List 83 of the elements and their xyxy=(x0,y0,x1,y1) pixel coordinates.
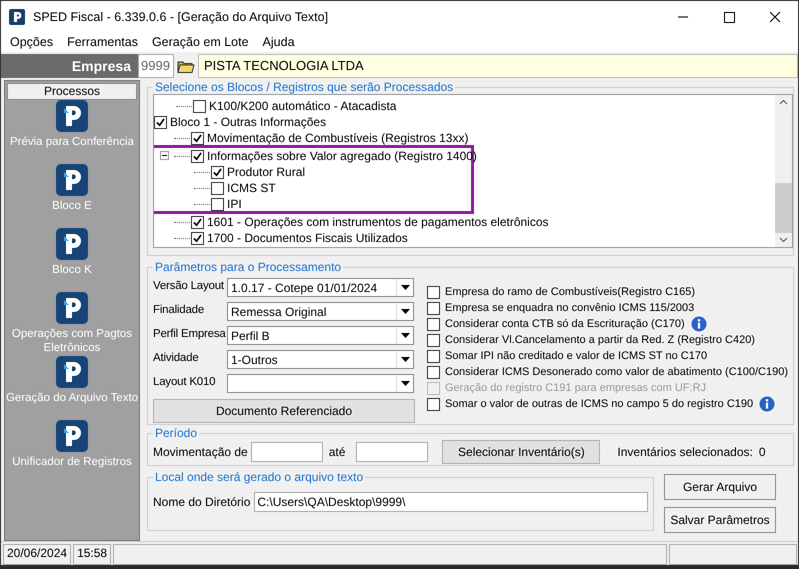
tree-item[interactable]: IPI xyxy=(227,197,242,211)
checkbox[interactable] xyxy=(427,398,440,410)
option-label[interactable]: Considerar Vl.Cancelamento a partir da Red. Z (Registro C420) xyxy=(445,334,755,346)
option-label[interactable]: Considerar conta CTB só da Escrituração (C170) xyxy=(445,318,685,330)
checkbox[interactable] xyxy=(427,366,440,378)
tree-item[interactable]: 1601 - Operações com instrumentos de pagamentos eletrônicos xyxy=(207,215,549,229)
checkbox[interactable] xyxy=(154,116,167,128)
checkbox[interactable] xyxy=(427,334,440,346)
app-logo-icon[interactable] xyxy=(56,100,88,132)
app-logo-icon[interactable] xyxy=(56,164,88,196)
menu-item[interactable]: Opções xyxy=(3,35,60,49)
app-logo-icon[interactable] xyxy=(56,292,88,324)
company-code-field[interactable]: 9999 xyxy=(138,54,174,78)
field-label: Perfil Empresa xyxy=(153,327,227,340)
directory-field[interactable]: C:\Users\QA\Desktop\9999\ xyxy=(254,492,648,512)
sidebar-title: Processos xyxy=(7,83,137,100)
group-title: Selecione os Blocos / Registros que serão Processados xyxy=(154,80,454,94)
field-label: Versão Layout xyxy=(153,279,225,292)
dropdown[interactable]: 1.0.17 - Cotepe 01/01/2024 xyxy=(227,278,414,297)
option-label[interactable]: Somar IPI não creditado e valor de ICMS ST no C170 xyxy=(445,350,708,362)
select-inventory-button[interactable]: Selecionar Inventário(s) xyxy=(442,440,600,464)
info-icon[interactable] xyxy=(759,396,776,412)
collapse-icon[interactable] xyxy=(160,151,169,160)
window-title: SPED Fiscal - 6.339.0.6 - [Geração do Arquivo Texto] xyxy=(33,10,328,24)
tree-item[interactable]: K100/K200 automático - Atacadista xyxy=(209,99,396,113)
option-label[interactable]: Empresa do ramo de Combustíveis(Registro C165) xyxy=(445,286,696,298)
document-button[interactable]: Documento Referenciado xyxy=(153,399,415,423)
scrollbar[interactable] xyxy=(775,95,792,247)
status-panel: 15:58 xyxy=(73,544,112,565)
menu-item[interactable]: Geração em Lote xyxy=(144,35,256,49)
checkbox[interactable] xyxy=(211,198,224,210)
tree-item[interactable]: Produtor Rural xyxy=(227,165,306,179)
checkbox[interactable] xyxy=(191,132,204,144)
date-field[interactable] xyxy=(250,442,323,462)
checkbox[interactable] xyxy=(191,232,204,244)
group-title: Parâmetros para o Processamento xyxy=(154,260,342,274)
dropdown[interactable]: 1-Outros xyxy=(227,350,414,369)
tree-item[interactable]: Bloco 1 - Outras Informações xyxy=(170,115,326,129)
checkbox[interactable] xyxy=(211,182,224,194)
action-button[interactable]: Salvar Parâmetros xyxy=(664,507,776,533)
field-label: Atividade xyxy=(153,351,200,364)
action-button[interactable]: Gerar Arquivo xyxy=(664,474,776,500)
group-title: Local onde será gerado o arquivo texto xyxy=(154,470,364,484)
dropdown[interactable]: Perfil B xyxy=(227,326,414,345)
app-logo-icon[interactable] xyxy=(56,356,88,388)
dropdown-arrow-icon[interactable] xyxy=(396,327,413,344)
group-title: Período xyxy=(154,426,198,440)
field-label: Layout K010 xyxy=(153,375,216,388)
field-label: até xyxy=(328,445,346,459)
app-logo-icon xyxy=(9,8,25,24)
field-label: Nome do Diretório xyxy=(153,495,250,509)
tree-item[interactable]: 1700 - Documentos Fiscais Utilizados xyxy=(207,231,408,245)
dropdown-arrow-icon[interactable] xyxy=(396,351,413,368)
field-label: Movimentação de xyxy=(153,445,248,459)
date-field[interactable] xyxy=(356,442,428,462)
checkbox[interactable] xyxy=(211,166,224,178)
checkbox[interactable] xyxy=(193,100,206,112)
dropdown-arrow-icon[interactable] xyxy=(396,375,413,392)
field-label: Finalidade xyxy=(153,303,206,316)
menu-item[interactable]: Ajuda xyxy=(256,35,302,49)
checkbox[interactable] xyxy=(427,286,440,298)
info-icon[interactable] xyxy=(690,316,707,332)
option-label[interactable]: Considerar ICMS Desonerado como valor de abatimento (C100/C190) xyxy=(445,366,788,378)
checkbox[interactable] xyxy=(427,302,440,314)
checkbox[interactable] xyxy=(191,150,204,162)
option-label[interactable]: Somar o valor de outras de ICMS no campo 5 do registro C190 xyxy=(445,398,754,410)
status-panel: 20/06/2024 xyxy=(3,544,72,565)
dropdown-arrow-icon[interactable] xyxy=(396,303,413,320)
checkbox[interactable] xyxy=(191,216,204,228)
inventory-count-label: Inventários selecionados: xyxy=(617,445,753,459)
checkbox[interactable] xyxy=(427,318,440,330)
dropdown[interactable]: Remessa Original xyxy=(227,302,414,321)
app-logo-icon[interactable] xyxy=(56,420,88,452)
tree-item[interactable]: Movimentação de Combustíveis (Registros 13xx) xyxy=(207,131,468,145)
company-name-field[interactable]: PISTA TECNOLOGIA LTDA xyxy=(198,54,798,78)
checkbox[interactable] xyxy=(427,350,440,362)
dropdown-arrow-icon[interactable] xyxy=(396,279,413,296)
app-logo-icon[interactable] xyxy=(56,228,88,260)
tree-item[interactable]: ICMS ST xyxy=(227,181,276,195)
menu-item[interactable]: Ferramentas xyxy=(60,35,145,49)
option-label[interactable]: Empresa se enquadra no convênio ICMS 115/2003 xyxy=(445,302,694,314)
inventory-count: 0 xyxy=(758,445,766,459)
company-label: Empresa xyxy=(1,54,138,78)
